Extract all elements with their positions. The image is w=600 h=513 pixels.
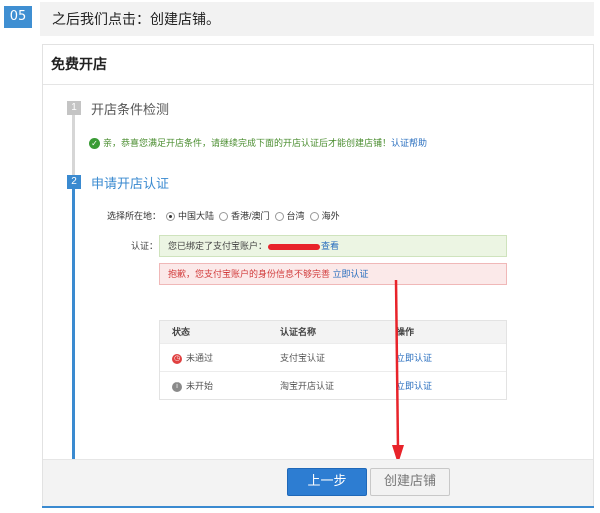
region-option-hk-macau: 香港/澳门 [231,211,270,221]
auth-help-link[interactable]: 认证帮助 [391,138,427,148]
row1-name: 支付宝认证 [280,353,326,363]
row2-name: 淘宝开店认证 [280,381,335,391]
previous-step-button[interactable]: 上一步 [287,468,367,496]
table-header: 状态 认证名称 操作 [160,321,506,343]
redacted-account [268,243,321,250]
region-option-taiwan: 台湾 [286,211,305,221]
check-circle-icon: ✓ [89,138,100,150]
region-selector: 选择所在地： 中国大陆 香港/澳门 台湾 海外 [107,209,340,222]
auth-table: 状态 认证名称 操作 ◷ 未通过 支付宝认证 立即认证 i 未开始 淘宝开店认证 立… [159,320,507,400]
open-shop-panel: 免费开店 1 开店条件检测 ✓ 亲，恭喜您满足开店条件，请继续完成下面的开店认证后… [42,44,594,508]
radio-taiwan[interactable] [274,212,284,222]
view-account-link[interactable]: 查看 [321,241,339,251]
step2-label: 申请开店认证 [91,177,170,192]
step2-number: 2 [67,175,81,189]
check-message-text: 亲，恭喜您满足开店条件，请继续完成下面的开店认证后才能创建店铺！ [103,138,392,148]
step1-label: 开店条件检测 [91,103,170,118]
clock-icon: ◷ [172,353,182,364]
row2-status: i 未开始 [160,372,280,399]
radio-mainland[interactable] [166,212,176,222]
instruction-text: 之后我们点击：创建店铺。 [40,2,594,36]
bottom-divider [42,506,594,508]
row2-status-text: 未开始 [186,381,214,391]
step1-number: 1 [67,101,81,115]
header-status: 状态 [172,327,191,337]
footer-bar: 上一步 创建店铺 [43,459,593,507]
row1-status: ◷ 未通过 [160,344,280,371]
table-row: i 未开始 淘宝开店认证 立即认证 [160,371,506,399]
verify-now-link[interactable]: 立即认证 [333,269,369,279]
panel-title: 免费开店 [43,45,593,85]
radio-overseas[interactable] [309,212,319,222]
alipay-bound-text: 您已绑定了支付宝账户： [168,241,268,251]
timeline-active [72,185,75,481]
condition-check-message: ✓ 亲，恭喜您满足开店条件，请继续完成下面的开店认证后才能创建店铺！认证帮助 [89,136,427,150]
header-name: 认证名称 [280,327,317,337]
row1-status-text: 未通过 [186,353,214,363]
auth-label: 认证： [131,241,159,251]
info-icon: i [172,381,182,392]
region-option-mainland: 中国大陆 [178,211,215,221]
identity-incomplete-notice: 抱歉，您支付宝账户的身份信息不够完善 立即认证 [159,263,507,285]
region-option-overseas: 海外 [321,211,340,221]
create-shop-button[interactable]: 创建店铺 [370,468,450,496]
annotation-arrow-icon [392,280,404,464]
table-row: ◷ 未通过 支付宝认证 立即认证 [160,343,506,371]
step-badge: 05 [4,6,32,28]
radio-hk-macau[interactable] [219,212,229,222]
alipay-bound-notice: 您已绑定了支付宝账户： 查看 [159,235,507,257]
region-label: 选择所在地： [107,211,162,221]
identity-incomplete-text: 抱歉，您支付宝账户的身份信息不够完善 [168,269,331,279]
